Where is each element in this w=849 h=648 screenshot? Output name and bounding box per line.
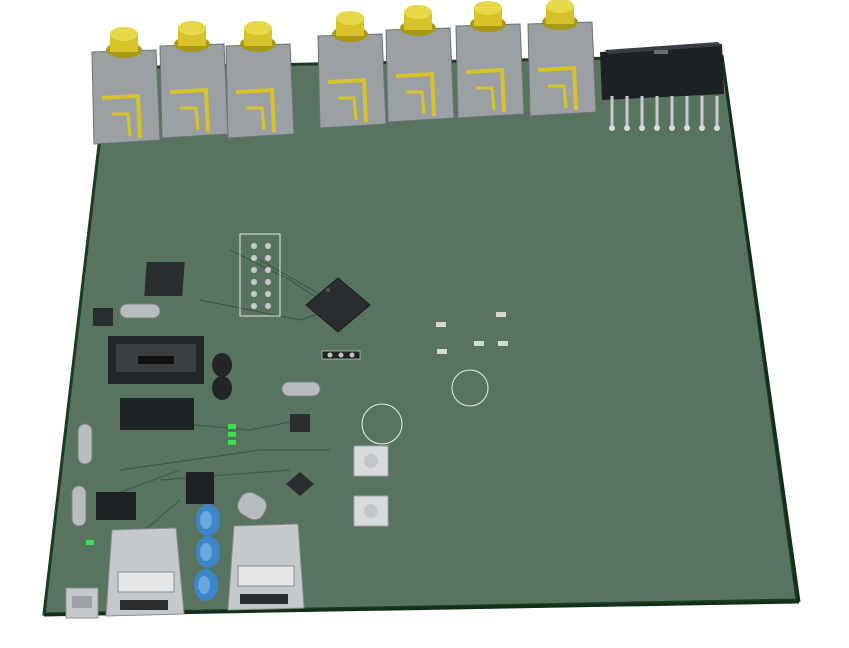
tactile-button-2[interactable] bbox=[353, 495, 389, 527]
usb-port-1 bbox=[105, 527, 185, 617]
soic-chip-center bbox=[186, 472, 214, 504]
rca-jack bbox=[455, 1, 525, 119]
idc-connector bbox=[108, 336, 204, 384]
electrolytic-capacitors bbox=[194, 504, 220, 601]
small-chip-left bbox=[93, 308, 113, 326]
rca-jack bbox=[527, 0, 597, 117]
rca-jack bbox=[317, 11, 387, 129]
header-3pin bbox=[321, 350, 361, 360]
header-notch bbox=[654, 50, 668, 54]
rca-jack bbox=[159, 21, 229, 139]
qfp-chip-left bbox=[144, 262, 185, 296]
pcb-3d-viewport[interactable] bbox=[0, 0, 849, 644]
mini-usb-port bbox=[65, 587, 99, 619]
soic-chip-lower bbox=[96, 492, 136, 520]
tactile-button-1[interactable] bbox=[353, 445, 389, 477]
soic-chip-long bbox=[120, 398, 194, 430]
rca-jack bbox=[385, 5, 455, 123]
rca-jack bbox=[91, 27, 161, 145]
rca-jack bbox=[225, 21, 295, 139]
usb-port-2 bbox=[227, 523, 305, 611]
